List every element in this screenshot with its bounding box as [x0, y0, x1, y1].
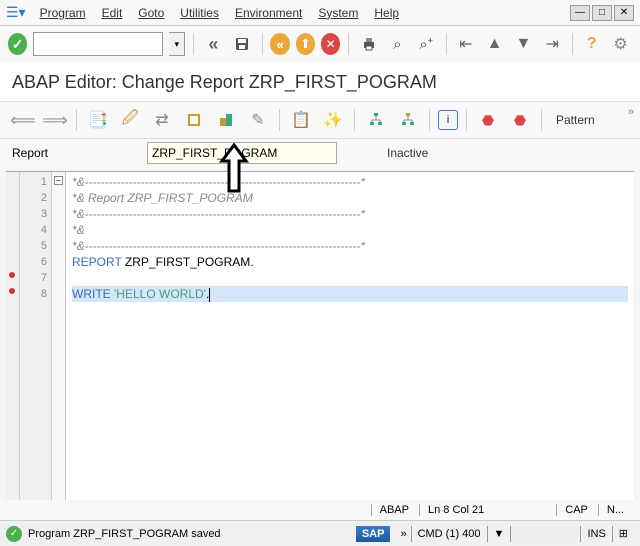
where-used-icon[interactable]: 📋	[288, 107, 314, 133]
back-icon[interactable]: «	[202, 31, 225, 57]
window-controls: — □ ✕	[570, 5, 634, 21]
fold-column[interactable]: −	[52, 172, 66, 501]
language-indicator: ABAP	[371, 504, 417, 516]
command-dropdown[interactable]: ▾	[169, 32, 185, 56]
find-next-icon[interactable]: ⌕⁺	[415, 31, 438, 57]
close-button[interactable]: ✕	[614, 5, 634, 21]
pattern-button[interactable]: Pattern	[550, 113, 601, 127]
prev-page-icon[interactable]: ▲	[483, 31, 506, 57]
menu-program[interactable]: Program	[32, 2, 94, 24]
hierarchy-icon[interactable]	[363, 107, 389, 133]
first-page-icon[interactable]: ⇤	[454, 31, 477, 57]
code-area[interactable]: *&--------------------------------------…	[66, 172, 634, 501]
breakpoint2-icon[interactable]: ⬣	[507, 107, 533, 133]
minimize-button[interactable]: —	[570, 5, 590, 21]
report-label: Report	[12, 146, 147, 160]
activate-icon[interactable]	[181, 107, 207, 133]
next-page-icon[interactable]: ▼	[512, 31, 535, 57]
status-bar: ✓ Program ZRP_FIRST_POGRAM saved SAP » C…	[0, 520, 640, 546]
caps-indicator: CAP	[556, 504, 596, 516]
menu-edit[interactable]: Edit	[94, 2, 131, 24]
exit-button[interactable]: ⬆	[296, 33, 315, 55]
report-bar: Report ZRP_FIRST_POGRAM Inactive	[0, 139, 640, 167]
display-object-icon[interactable]: 📑	[85, 107, 111, 133]
cursor-position: Ln 8 Col 21	[419, 504, 492, 516]
menu-environment[interactable]: Environment	[227, 2, 310, 24]
status-layout-icon[interactable]: ⊞	[612, 526, 634, 542]
num-indicator: N...	[598, 504, 632, 516]
test-icon[interactable]: ✎	[245, 107, 271, 133]
app-toolbar: ⟸ ⟹ 📑 🖉 ⇄ ✎ 📋 ✨ i ⬣ ⬣ Pattern »	[0, 101, 640, 139]
sap-logo: SAP	[356, 526, 391, 542]
code-editor[interactable]: 12345678 − *&---------------------------…	[6, 171, 634, 501]
status-dropdown-icon[interactable]: ▼	[487, 526, 511, 542]
cancel-button[interactable]: ✕	[321, 33, 340, 55]
command-field[interactable]	[33, 32, 163, 56]
status-label: Inactive	[387, 146, 428, 160]
last-page-icon[interactable]: ⇥	[541, 31, 564, 57]
fold-toggle-icon[interactable]: −	[54, 176, 63, 185]
print-icon[interactable]	[357, 31, 380, 57]
page-title: ABAP Editor: Change Report ZRP_FIRST_POG…	[0, 62, 640, 101]
marker-column	[6, 172, 20, 501]
pretty-printer-icon[interactable]: ✨	[320, 107, 346, 133]
editor-status-bar: ABAP Ln 8 Col 21 CAP N...	[0, 500, 640, 520]
status-message: Program ZRP_FIRST_POGRAM saved	[28, 528, 221, 540]
menu-system[interactable]: System	[310, 2, 366, 24]
enter-button[interactable]: ✓	[8, 33, 27, 55]
display-list-icon[interactable]	[395, 107, 421, 133]
menu-utilities[interactable]: Utilities	[172, 2, 227, 24]
help-icon[interactable]: ?	[580, 31, 603, 57]
status-check-icon: ✓	[6, 526, 22, 542]
menu-help[interactable]: Help	[366, 2, 407, 24]
menu-bar: ☰▾ Program Edit Goto Utilities Environme…	[0, 0, 640, 26]
breakpoint-icon[interactable]: ⬣	[475, 107, 501, 133]
status-cmd[interactable]: CMD (1) 400	[411, 526, 487, 542]
back-button[interactable]: «	[270, 33, 289, 55]
maximize-button[interactable]: □	[592, 5, 612, 21]
report-name-field[interactable]: ZRP_FIRST_POGRAM	[147, 142, 337, 164]
toggle-icon[interactable]: 🖉	[117, 107, 143, 133]
menu-goto[interactable]: Goto	[130, 2, 172, 24]
nav-back-icon[interactable]: ⟸	[10, 107, 36, 133]
nav-forward-icon[interactable]: ⟹	[42, 107, 68, 133]
toolbar-overflow-icon[interactable]: »	[628, 106, 634, 118]
settings-icon[interactable]: ⚙	[609, 31, 632, 57]
status-raquo: »	[396, 528, 410, 540]
menu-icon[interactable]: ☰▾	[6, 4, 26, 21]
insert-mode[interactable]: INS	[580, 526, 611, 542]
find-icon[interactable]: ⌕	[386, 31, 409, 57]
other-object-icon[interactable]: ⇄	[149, 107, 175, 133]
main-toolbar: ✓ ▾ « « ⬆ ✕ ⌕ ⌕⁺ ⇤ ▲ ▼ ⇥ ? ⚙	[0, 26, 640, 62]
fullscreen-icon[interactable]: i	[438, 110, 458, 130]
line-numbers: 12345678	[20, 172, 52, 501]
text-cursor	[209, 288, 210, 302]
check-icon[interactable]	[213, 107, 239, 133]
save-icon[interactable]	[231, 31, 254, 57]
